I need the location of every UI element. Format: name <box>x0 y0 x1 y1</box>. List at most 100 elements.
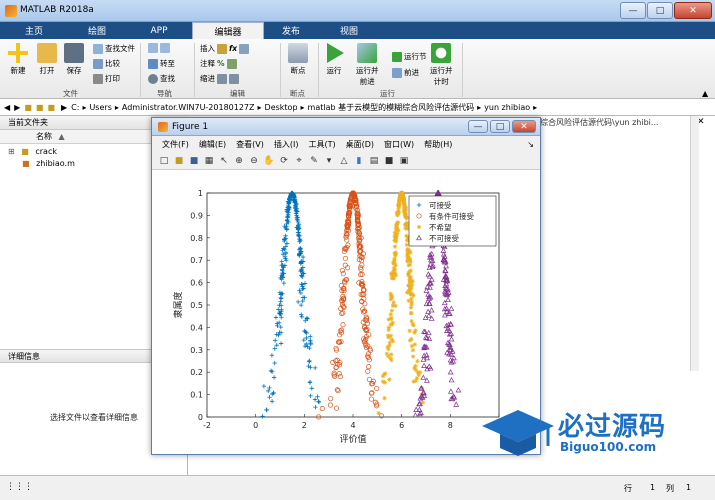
data-point <box>405 255 411 260</box>
expand-icon[interactable]: ⊞ <box>8 147 15 156</box>
insert-button[interactable]: 插入 fx <box>200 43 250 54</box>
data-point <box>412 342 418 347</box>
save-icon[interactable]: ■ <box>188 155 200 167</box>
indent-button[interactable]: 缩进 <box>200 73 239 84</box>
comment-more-icon <box>226 58 237 69</box>
comment-button[interactable]: 注释% <box>200 58 237 69</box>
link-icon[interactable]: △ <box>338 155 350 167</box>
path-segment[interactable]: Desktop <box>265 103 298 112</box>
close-button[interactable]: ✕ <box>674 2 712 19</box>
path-segment[interactable]: Administrator.WIN7U-20180127Z <box>122 103 255 112</box>
advance-button[interactable]: 前进 <box>392 67 419 78</box>
name-column-label: 名称 <box>36 132 52 141</box>
figure-title-bar[interactable]: Figure 1 — □ ✕ <box>152 118 540 136</box>
legend-icon[interactable]: ▤ <box>368 155 380 167</box>
menu-desktop[interactable]: 桌面(D) <box>346 139 374 150</box>
group-label-nav: 导航 <box>157 89 172 98</box>
data-point <box>388 312 393 317</box>
up-folder-icon[interactable]: ■ <box>47 103 55 112</box>
compare-button[interactable]: 比较 <box>93 58 120 69</box>
figure-toolbar: □ ■ ■ ▦ ↖ ⊕ ⊖ ✋ ⟳ ⌖ ✎ ▾ △ ▮ ▤ ■ ▣ <box>152 152 540 170</box>
rotate-icon[interactable]: ⟳ <box>278 155 290 167</box>
path-segment[interactable]: Users <box>89 103 111 112</box>
stopwatch-icon <box>431 43 452 63</box>
data-point <box>415 358 420 364</box>
tab-home[interactable]: 主页 <box>6 22 62 39</box>
window-title: MATLAB R2018a <box>20 5 94 15</box>
back-icon[interactable]: ◀ <box>4 103 10 112</box>
goto-button[interactable]: 转至 <box>148 58 175 69</box>
run-section-button[interactable]: 运行节 <box>392 51 427 62</box>
menu-view[interactable]: 查看(V) <box>236 139 264 150</box>
tab-publish[interactable]: 发布 <box>264 22 318 39</box>
run-button[interactable]: 运行 <box>324 43 344 76</box>
data-cursor-icon[interactable]: ⌖ <box>293 155 305 167</box>
tab-view[interactable]: 视图 <box>320 22 378 39</box>
save-button[interactable]: 保存 <box>64 43 84 76</box>
print-icon[interactable]: ▦ <box>203 155 215 167</box>
path-separator-icon: ▸ <box>257 102 262 112</box>
new-figure-icon[interactable]: □ <box>158 155 170 167</box>
menu-tools[interactable]: 工具(T) <box>308 139 335 150</box>
advance-label: 前进 <box>404 68 419 77</box>
folder-icon <box>37 43 57 63</box>
maximize-button[interactable]: □ <box>647 2 673 19</box>
back-forward-buttons[interactable] <box>148 43 170 53</box>
minimize-button[interactable]: — <box>620 2 646 19</box>
pan-hand-icon[interactable]: ✋ <box>263 155 275 167</box>
brush-icon[interactable]: ✎ <box>308 155 320 167</box>
menu-insert[interactable]: 插入(I) <box>274 139 299 150</box>
path-segment[interactable]: yun zhibiao <box>484 103 530 112</box>
colorbar-icon[interactable]: ▮ <box>353 155 365 167</box>
matlab-logo-icon <box>5 5 17 17</box>
path-segment[interactable]: matlab 基于云模型的模糊综合风险评估源代码 <box>308 102 475 113</box>
menu-file[interactable]: 文件(F) <box>162 139 189 150</box>
figure-maximize-button[interactable]: □ <box>490 120 510 133</box>
show-tools-icon[interactable]: ▣ <box>398 155 410 167</box>
folder-browse-icon[interactable]: ■ <box>36 103 44 112</box>
open-icon[interactable]: ■ <box>173 155 185 167</box>
menu-edit[interactable]: 编辑(E) <box>199 139 226 150</box>
run-section-icon <box>392 51 402 62</box>
open-button[interactable]: 打开 <box>37 43 57 76</box>
zoom-in-icon[interactable]: ⊕ <box>233 155 245 167</box>
save-label: 保存 <box>66 66 82 75</box>
figure-close-button[interactable]: ✕ <box>512 120 536 133</box>
menu-window[interactable]: 窗口(W) <box>384 139 414 150</box>
new-plus-icon <box>8 43 28 63</box>
x-tick-label: 0 <box>253 421 258 430</box>
data-point <box>409 299 414 305</box>
legend-label: 不可接受 <box>429 233 459 243</box>
outdent-icon <box>229 73 239 84</box>
collapse-ribbon-icon[interactable]: ▲ <box>702 89 708 98</box>
vertical-scrollbar[interactable] <box>690 116 699 371</box>
breakpoints-button[interactable]: 断点 <box>288 43 308 76</box>
separator <box>140 43 141 97</box>
print-button[interactable]: 打印 <box>93 73 120 84</box>
tab-apps[interactable]: APP <box>132 22 186 39</box>
col-value: 1 <box>686 483 692 492</box>
compare-icon <box>93 58 103 69</box>
tab-editor[interactable]: 编辑器 <box>192 22 264 39</box>
figure-logo-icon <box>158 122 168 132</box>
path-segment[interactable]: C: <box>71 103 79 112</box>
run-and-time-button[interactable]: 运行并 计时 <box>430 43 453 87</box>
find-button[interactable]: 查找 <box>148 73 175 84</box>
pointer-icon[interactable]: ↖ <box>218 155 230 167</box>
tab-plots[interactable]: 绘图 <box>66 22 128 39</box>
zoom-out-icon[interactable]: ⊖ <box>248 155 260 167</box>
data-point <box>410 354 416 359</box>
brush-dropdown-icon[interactable]: ▾ <box>323 155 335 167</box>
run-and-advance-button[interactable]: 运行并 前进 <box>356 43 379 87</box>
folder-icon[interactable]: ■ <box>24 103 32 112</box>
indent-label: 缩进 <box>200 74 215 83</box>
menu-help[interactable]: 帮助(H) <box>424 139 452 150</box>
find-files-button[interactable]: 查找文件 <box>93 43 135 54</box>
forward-icon[interactable]: ▶ <box>14 103 20 112</box>
x-tick-label: -2 <box>203 421 211 430</box>
new-button[interactable]: 新建 <box>8 43 28 76</box>
dock-arrow-icon[interactable]: ↘ <box>527 140 534 149</box>
hide-tools-icon[interactable]: ■ <box>383 155 395 167</box>
data-point <box>387 377 392 382</box>
figure-minimize-button[interactable]: — <box>468 120 488 133</box>
